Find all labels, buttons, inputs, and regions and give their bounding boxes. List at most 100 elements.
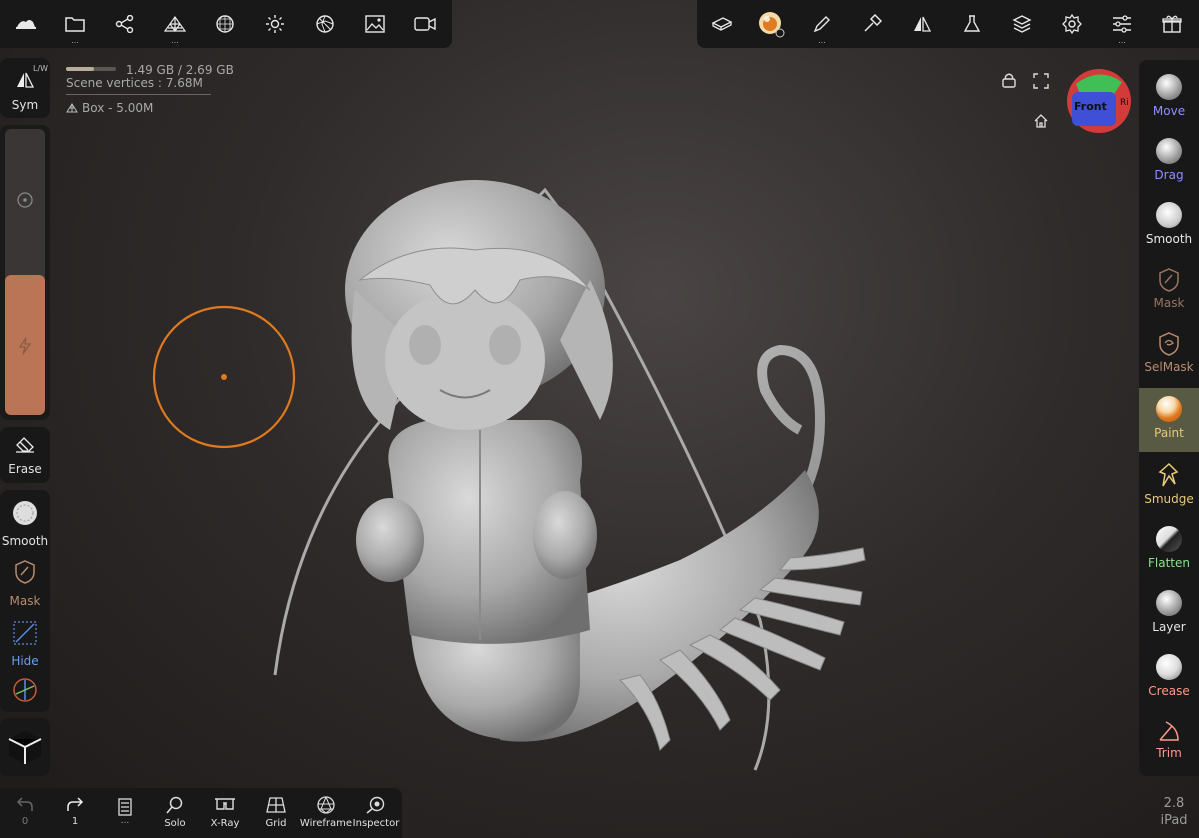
tool-layer-label: Layer	[1152, 620, 1186, 634]
memory-bar	[66, 67, 116, 71]
paint-icon	[1156, 396, 1182, 422]
layers-icon[interactable]	[1002, 4, 1042, 44]
undo-count: 0	[21, 816, 29, 827]
solo-button[interactable]: Solo	[155, 794, 195, 836]
xray-glasses-icon	[215, 798, 235, 810]
radius-icon	[17, 192, 33, 208]
tool-move[interactable]: Move	[1139, 66, 1199, 130]
xray-label: X-Ray	[210, 818, 240, 829]
gizmo-right-label: Ri	[1120, 98, 1129, 108]
scene-vertices-stat: Scene vertices : 7.68M	[66, 76, 203, 90]
undo-button[interactable]: 0	[5, 794, 45, 836]
inspector-icon	[366, 796, 385, 814]
tool-flatten-label: Flatten	[1148, 556, 1190, 570]
redo-count: 1	[71, 816, 79, 827]
shading-icon[interactable]	[305, 4, 345, 44]
fullscreen-icon[interactable]	[1033, 73, 1049, 89]
tool-mask-label: Mask	[1153, 296, 1185, 310]
lock-icon[interactable]	[1002, 72, 1016, 88]
light-icon[interactable]	[255, 4, 295, 44]
smooth-quick-label: Smooth	[1, 534, 49, 548]
sliders-icon[interactable]: ...	[1102, 4, 1142, 45]
xray-button[interactable]: X-Ray	[202, 794, 248, 836]
gizmo-front-label: Front	[1074, 100, 1107, 113]
tool-drag-label: Drag	[1154, 168, 1184, 182]
selmask-icon	[1159, 332, 1179, 356]
tool-smudge[interactable]: Smudge	[1139, 454, 1199, 518]
hide-quick-tool[interactable]: Hide	[0, 616, 50, 672]
smooth-brush-icon	[1156, 202, 1182, 228]
active-object-label: Box - 5.00M	[82, 101, 154, 115]
solo-label: Solo	[164, 818, 186, 829]
crease-icon	[1156, 654, 1182, 680]
image-icon[interactable]	[355, 4, 395, 44]
video-icon[interactable]	[405, 4, 445, 44]
scene-graph-icon[interactable]	[105, 4, 145, 44]
redo-icon	[67, 797, 84, 811]
tool-smooth[interactable]: Smooth	[1139, 194, 1199, 258]
erase-panel[interactable]: Erase	[0, 427, 50, 483]
tool-mask[interactable]: Mask	[1139, 258, 1199, 322]
erase-label: Erase	[8, 462, 42, 476]
undo-icon	[16, 797, 33, 811]
settings-icon[interactable]	[1052, 4, 1092, 44]
version-info: 2.8 iPad	[1152, 795, 1196, 829]
gift-icon[interactable]	[1152, 4, 1192, 44]
tool-smudge-label: Smudge	[1144, 492, 1194, 506]
top-right-toolbar: ... ...	[697, 0, 1199, 48]
grid-icon	[266, 797, 286, 813]
mask-icon	[15, 560, 35, 584]
mask-quick-tool[interactable]: Mask	[0, 556, 50, 612]
grid-button[interactable]: Grid	[256, 794, 296, 836]
symmetry-icon[interactable]	[902, 4, 942, 44]
tool-crease[interactable]: Crease	[1139, 646, 1199, 710]
tool-trim-label: Trim	[1156, 746, 1182, 760]
history-button[interactable]: ...	[105, 794, 145, 836]
topology-icon[interactable]: ...	[155, 4, 195, 45]
mask-brush-icon	[1159, 268, 1179, 292]
tool-move-label: Move	[1152, 104, 1186, 118]
tool-drag[interactable]: Drag	[1139, 130, 1199, 194]
move-icon	[1156, 74, 1182, 100]
layer-icon	[1156, 590, 1182, 616]
tool-paint[interactable]: Paint	[1139, 388, 1199, 452]
hat-icon[interactable]	[6, 4, 46, 44]
mask-quick-label: Mask	[9, 594, 41, 608]
paint-brush-material-icon[interactable]	[751, 4, 791, 44]
lw-label: L/W	[33, 64, 49, 73]
tool-layer[interactable]: Layer	[1139, 582, 1199, 646]
eraser-icon	[16, 437, 34, 453]
home-icon[interactable]	[1033, 113, 1049, 129]
hammer-icon[interactable]	[852, 4, 892, 44]
tool-selmask-label: SelMask	[1144, 360, 1194, 374]
redo-button[interactable]: 1	[55, 794, 95, 836]
cube-matcap-icon	[8, 731, 42, 764]
folder-icon[interactable]: ...	[55, 4, 95, 45]
inspector-button[interactable]: Inspector	[352, 794, 400, 836]
intensity-slider[interactable]	[5, 275, 45, 415]
gizmo-icon	[13, 678, 37, 702]
pen-icon[interactable]: ...	[802, 4, 842, 45]
tool-selmask[interactable]: SelMask	[1139, 322, 1199, 386]
active-object[interactable]: Box - 5.00M	[66, 101, 153, 115]
view-gizmo-cube[interactable]: Front Ri	[1066, 68, 1132, 134]
hide-icon	[13, 621, 37, 645]
box-eraser-icon[interactable]	[702, 4, 742, 44]
tool-trim[interactable]: Trim	[1139, 710, 1199, 774]
version-number: 2.8	[1163, 796, 1185, 811]
stats-divider	[66, 94, 211, 95]
lightning-icon	[18, 337, 32, 355]
smooth-icon	[13, 501, 37, 525]
inspector-label: Inspector	[352, 818, 400, 829]
sym-panel[interactable]: L/W Sym	[0, 58, 50, 118]
memory-stat: 1.49 GB / 2.69 GB	[126, 63, 234, 77]
wireframe-button[interactable]: Wireframe	[298, 794, 354, 836]
flask-icon[interactable]	[952, 4, 992, 44]
wireframe-label: Wireframe	[299, 818, 353, 829]
multires-icon[interactable]	[205, 4, 245, 44]
matcap-panel[interactable]	[0, 718, 50, 776]
tool-flatten[interactable]: Flatten	[1139, 518, 1199, 582]
smooth-quick-tool[interactable]: Smooth	[0, 496, 50, 552]
hide-quick-label: Hide	[11, 654, 39, 668]
gizmo-toggle[interactable]	[11, 676, 39, 704]
